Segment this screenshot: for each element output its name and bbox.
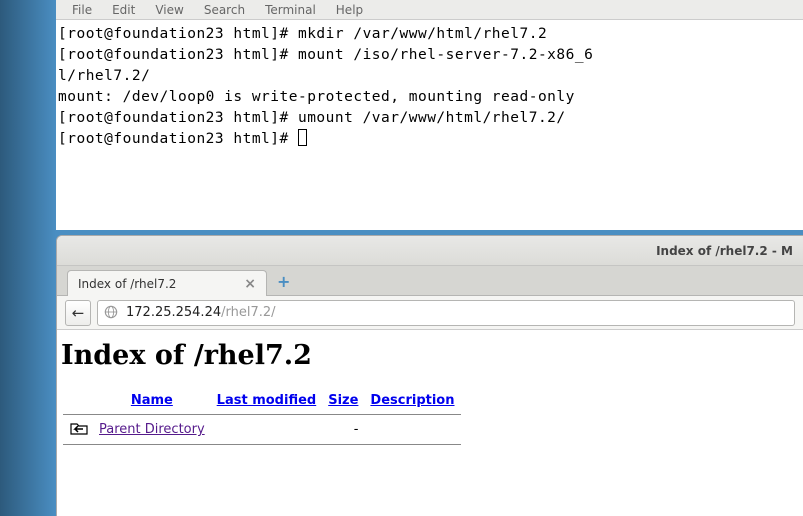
- back-button[interactable]: ←: [65, 300, 91, 326]
- row-name-cell: Parent Directory: [93, 416, 211, 445]
- toolbar: ← 172.25.254.24/rhel7.2/: [57, 296, 803, 330]
- terminal-line: [root@foundation23 html]# umount /var/ww…: [58, 110, 566, 126]
- column-name[interactable]: Name: [93, 389, 211, 415]
- tab-active[interactable]: Index of /rhel7.2 ×: [67, 270, 267, 296]
- column-modified[interactable]: Last modified: [211, 389, 323, 415]
- table-row: Parent Directory -: [63, 416, 461, 445]
- tab-title: Index of /rhel7.2: [78, 277, 176, 291]
- page-title: Index of /rhel7.2: [61, 340, 799, 371]
- window-title: Index of /rhel7.2 - M: [656, 244, 793, 258]
- address-bar[interactable]: 172.25.254.24/rhel7.2/: [97, 300, 795, 326]
- menu-search[interactable]: Search: [194, 1, 255, 19]
- terminal-cursor: [298, 129, 307, 146]
- browser-window: Index of /rhel7.2 - M Index of /rhel7.2 …: [56, 235, 803, 516]
- terminal-line: mount: /dev/loop0 is write-protected, mo…: [58, 89, 575, 105]
- row-icon-cell: [63, 416, 93, 445]
- row-modified-cell: [211, 416, 323, 445]
- terminal-output[interactable]: [root@foundation23 html]# mkdir /var/www…: [56, 20, 803, 154]
- terminal-line: [root@foundation23 html]# mkdir /var/www…: [58, 26, 547, 42]
- column-size[interactable]: Size: [322, 389, 364, 415]
- terminal-menu-bar: File Edit View Search Terminal Help: [56, 0, 803, 20]
- menu-file[interactable]: File: [62, 1, 102, 19]
- browser-titlebar: Index of /rhel7.2 - M: [57, 236, 803, 266]
- terminal-line: l/rhel7.2/: [58, 68, 150, 84]
- directory-listing: Name Last modified Size Description Pare…: [63, 389, 461, 445]
- desktop-background: [0, 0, 56, 516]
- menu-help[interactable]: Help: [326, 1, 373, 19]
- column-description[interactable]: Description: [364, 389, 460, 415]
- row-desc-cell: [364, 416, 460, 445]
- tab-bar: Index of /rhel7.2 × +: [57, 266, 803, 296]
- arrow-left-icon: ←: [72, 304, 85, 322]
- terminal-line: [root@foundation23 html]#: [58, 131, 298, 147]
- row-size-cell: -: [322, 416, 364, 445]
- terminal-window: File Edit View Search Terminal Help [roo…: [56, 0, 803, 230]
- terminal-line: [root@foundation23 html]# mount /iso/rhe…: [58, 47, 593, 63]
- menu-edit[interactable]: Edit: [102, 1, 145, 19]
- url-path: /rhel7.2/: [221, 305, 275, 320]
- column-icon: [63, 389, 93, 415]
- parent-directory-link[interactable]: Parent Directory: [99, 422, 205, 437]
- url-host: 172.25.254.24: [126, 305, 221, 320]
- globe-icon: [104, 305, 120, 321]
- close-icon[interactable]: ×: [244, 276, 256, 292]
- page-content: Index of /rhel7.2 Name Last modified Siz…: [57, 330, 803, 455]
- menu-view[interactable]: View: [145, 1, 193, 19]
- back-folder-icon: [69, 420, 87, 434]
- new-tab-button[interactable]: +: [267, 272, 300, 291]
- menu-terminal[interactable]: Terminal: [255, 1, 326, 19]
